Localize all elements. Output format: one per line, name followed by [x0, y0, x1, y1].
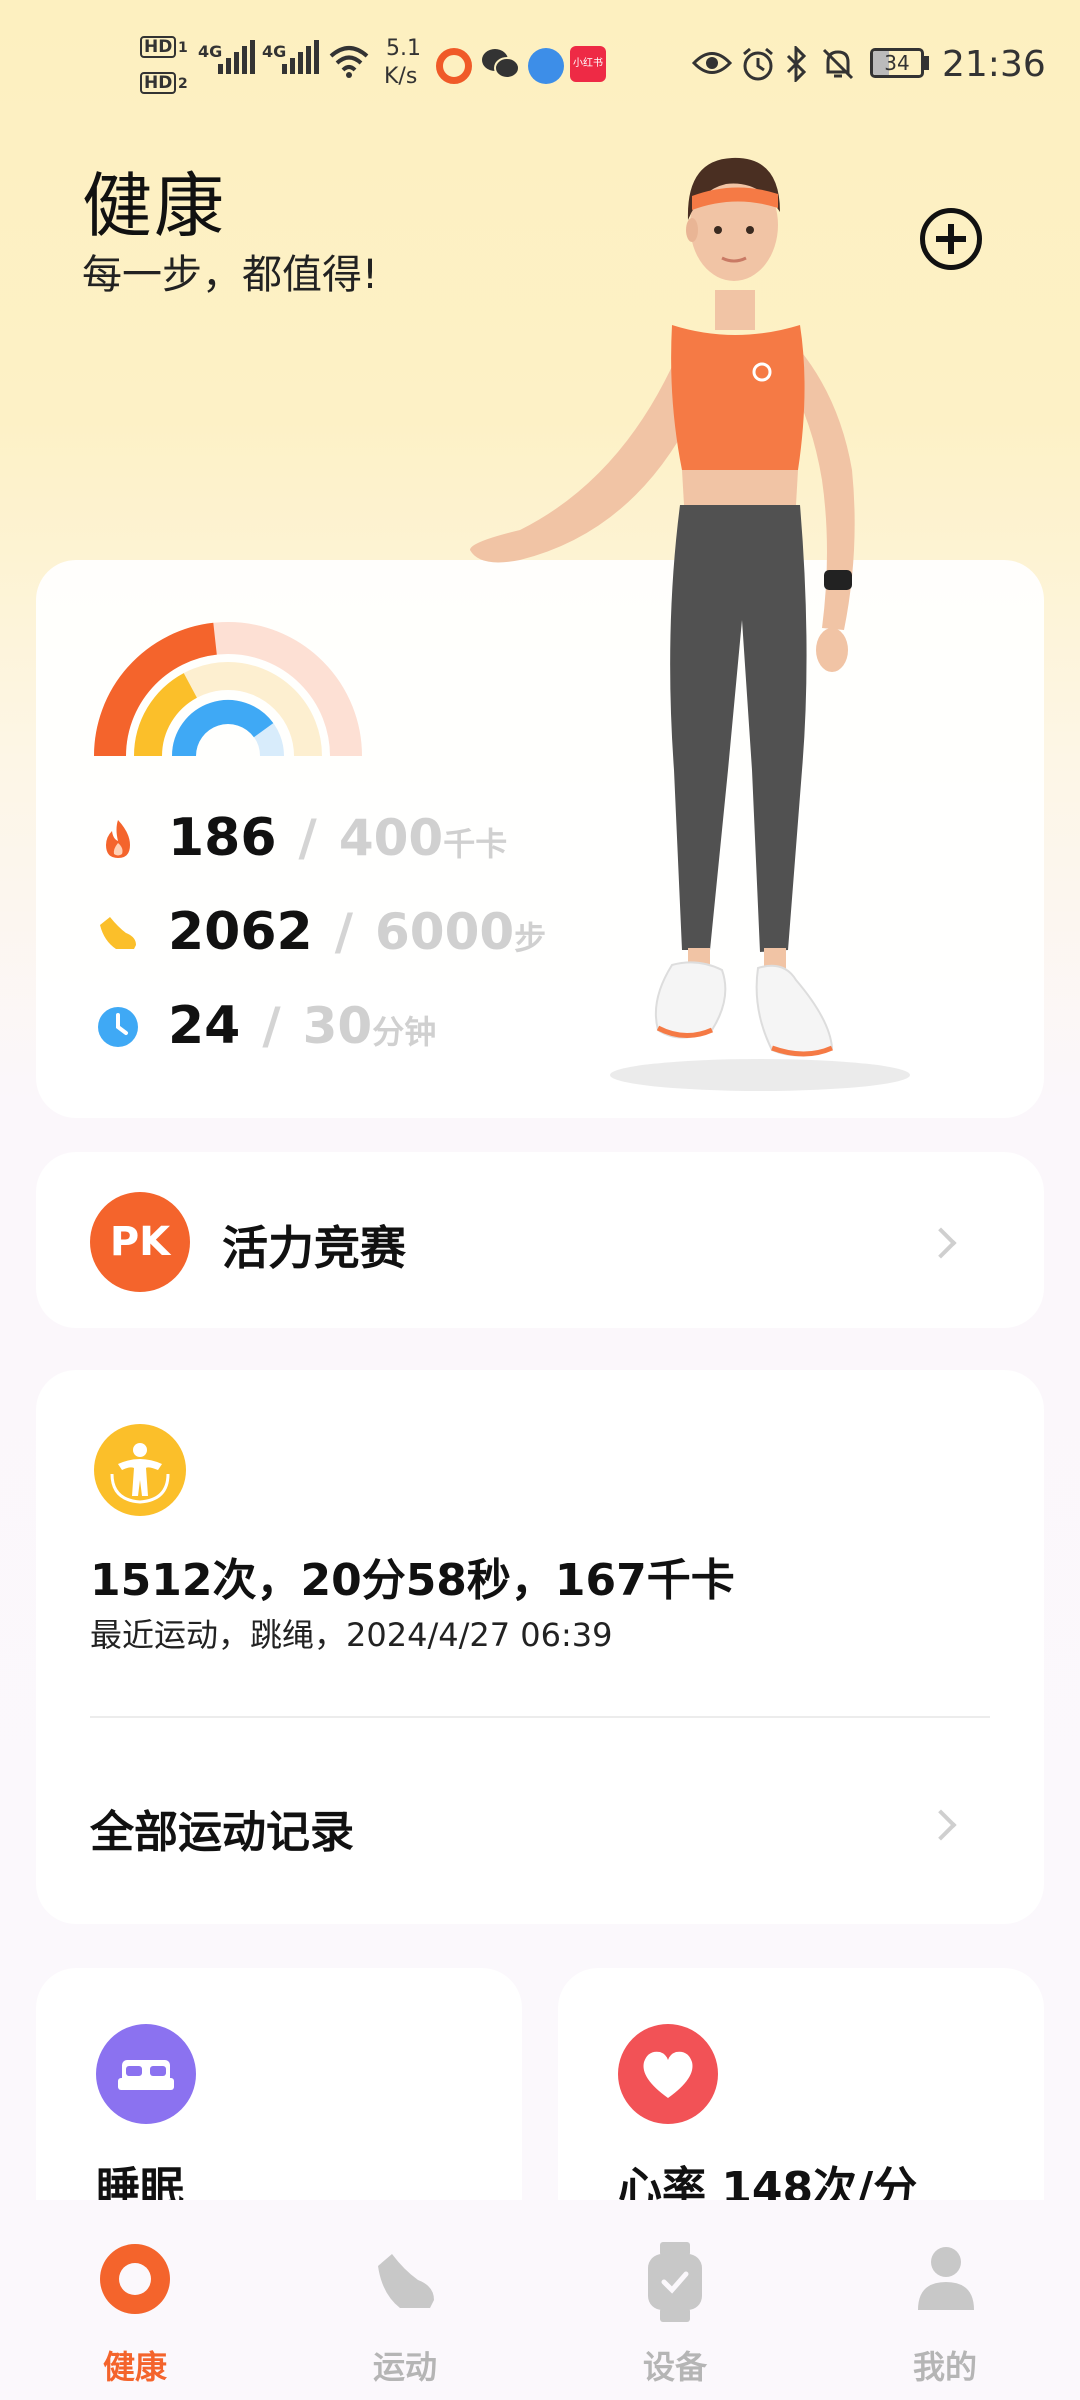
- browser-icon: [528, 48, 564, 84]
- wifi-icon: [329, 46, 369, 78]
- nav-label-workout: 运动: [372, 2348, 437, 2386]
- clock-time: 21:36: [942, 44, 1046, 85]
- clock-icon: [98, 1007, 138, 1047]
- all-records-label: 全部运动记录: [90, 1807, 354, 1858]
- calories-row: 186 / 400 千卡: [96, 808, 507, 868]
- nav-tab-health[interactable]: 健康: [0, 2200, 270, 2400]
- nav-tab-devices[interactable]: 设备: [540, 2200, 810, 2400]
- sim-1-label: 1: [178, 40, 188, 56]
- pk-badge: PK: [90, 1192, 190, 1292]
- avatar-illustration: [470, 157, 910, 1091]
- status-bar: HD 1 HD 2 4G 4G 5.1 K/s 小红书 34 21:36: [0, 0, 1080, 130]
- wechat-icon: [482, 49, 520, 79]
- mute-bell-icon: [822, 48, 854, 80]
- minutes-value: 24: [168, 996, 241, 1056]
- minutes-unit: 分钟: [372, 1013, 437, 1051]
- alarm-icon: [743, 47, 773, 81]
- person-icon: [918, 2247, 974, 2310]
- signal-icon-2: [282, 40, 319, 74]
- bottom-nav: 健康 运动 设备 我的: [0, 2200, 1080, 2400]
- xiaohongshu-icon: 小红书: [570, 46, 606, 82]
- add-button[interactable]: [920, 208, 982, 270]
- heart-icon: [618, 2024, 718, 2124]
- minutes-ring-progress: [172, 700, 274, 757]
- bed-icon: [96, 2024, 196, 2124]
- sim-2-label: 2: [178, 76, 188, 92]
- net-speed-unit: K/s: [384, 64, 418, 89]
- nav-label-profile: 我的: [912, 2348, 977, 2386]
- calories-separator: /: [298, 809, 317, 867]
- nav-tab-profile[interactable]: 我的: [810, 2200, 1080, 2400]
- workout-type-icon: [94, 1424, 186, 1516]
- minutes-goal: 30: [302, 997, 373, 1055]
- eye-icon: [692, 52, 732, 74]
- battery-level: 34: [884, 51, 910, 75]
- workout-detail: 最近运动，跳绳，2024/4/27 06:39: [90, 1616, 613, 1654]
- signal-icon-1: [218, 40, 255, 74]
- workout-summary: 1512次，20分58秒，167千卡: [90, 1555, 735, 1606]
- battery-icon: 34: [870, 48, 924, 78]
- page-subtitle: 每一步，都值得!: [82, 252, 379, 298]
- nav-tab-workout[interactable]: 运动: [270, 2200, 540, 2400]
- calories-value: 186: [168, 808, 277, 868]
- steps-value: 2062: [168, 902, 313, 962]
- minutes-separator: /: [262, 997, 281, 1055]
- hd-badge-1: HD: [140, 36, 177, 58]
- health-ring-icon: [100, 2244, 170, 2314]
- challenge-label: 活力竞赛: [222, 1221, 406, 1275]
- shoe-icon: [378, 2254, 434, 2308]
- flame-icon: [106, 820, 130, 858]
- battery-tip: [924, 56, 929, 70]
- bluetooth-icon: [786, 46, 807, 82]
- nav-label-health: 健康: [102, 2348, 167, 2386]
- page-title: 健康: [82, 165, 226, 247]
- activity-rings-chart: [94, 622, 362, 757]
- watch-icon: [648, 2242, 702, 2322]
- steps-separator: /: [334, 903, 353, 961]
- minutes-row: 24 / 30 分钟: [96, 996, 436, 1056]
- nav-label-devices: 设备: [642, 2348, 707, 2386]
- app-notification-icon: [436, 48, 472, 84]
- hd-badge-2: HD: [140, 72, 177, 94]
- net-speed-value: 5.1: [386, 36, 421, 61]
- calories-goal: 400: [338, 809, 444, 867]
- shoe-icon: [100, 917, 136, 949]
